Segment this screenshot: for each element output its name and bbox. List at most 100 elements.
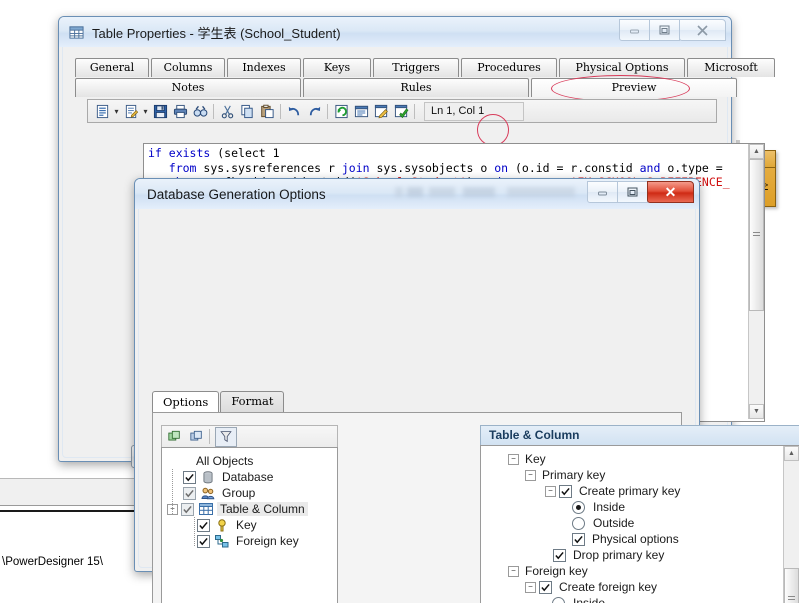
tab-format[interactable]: Format <box>220 391 285 412</box>
undo-icon[interactable] <box>285 102 303 120</box>
scroll-thumb[interactable] <box>749 159 764 311</box>
copy-icon[interactable] <box>238 102 256 120</box>
tab-notes[interactable]: Notes <box>75 78 301 97</box>
tab-options[interactable]: Options <box>152 391 220 414</box>
radio-fk-inside[interactable] <box>552 596 565 603</box>
toolbar-separator <box>280 103 281 119</box>
option-label-drop-primary-key: Drop primary key <box>573 548 665 562</box>
options-vertical-scrollbar[interactable]: ▲ ▼ <box>783 446 799 603</box>
properties-icon[interactable] <box>352 102 370 120</box>
tab-triggers[interactable]: Triggers <box>373 58 459 77</box>
tab-physical-options[interactable]: Physical Options <box>559 58 685 77</box>
dialog-titlebar[interactable]: Database Generation Options ✕ <box>135 179 699 209</box>
code-line: from sys.sysreferences r join sys.sysobj… <box>148 161 730 176</box>
dialog-minimize-button[interactable] <box>587 181 618 203</box>
tree-item-key[interactable]: Key <box>167 517 308 533</box>
deselect-all-icon[interactable] <box>186 428 206 446</box>
save-icon[interactable] <box>151 102 169 120</box>
option-drop-primary-key[interactable]: Drop primary key <box>487 547 683 563</box>
dialog-title: Database Generation Options <box>147 186 326 202</box>
expander-key[interactable]: − <box>508 453 519 465</box>
tree-item-group[interactable]: Group <box>167 485 308 501</box>
options-scroll-thumb[interactable] <box>784 568 799 603</box>
expander-primary-key[interactable]: − <box>525 469 536 481</box>
dialog-maximize-button[interactable] <box>617 181 648 203</box>
dialog-tabs: Options Format <box>152 391 285 414</box>
minimize-icon <box>630 29 639 33</box>
option-label-create-primary-key: Create primary key <box>579 484 681 498</box>
filter-icon[interactable] <box>215 426 237 447</box>
expander-foreign-key[interactable]: − <box>508 565 519 577</box>
tab-preview[interactable]: Preview <box>531 78 737 97</box>
checkbox-database[interactable] <box>183 470 196 484</box>
paste-icon[interactable] <box>258 102 276 120</box>
tab-indexes[interactable]: Indexes <box>227 58 301 77</box>
tree-connector-line <box>172 469 173 514</box>
radio-pk-outside[interactable] <box>572 516 585 530</box>
option-group-primary-key[interactable]: − Primary key <box>487 467 683 483</box>
object-tree-toolbar[interactable] <box>161 425 338 448</box>
dialog-close-button[interactable]: ✕ <box>647 181 694 203</box>
window-titlebar[interactable]: Table Properties - 学生表 (School_Student) <box>59 17 731 47</box>
tab-microsoft[interactable]: Microsoft <box>687 58 775 77</box>
checkbox-foreign-key[interactable] <box>197 534 210 548</box>
checkbox-create-primary-key[interactable] <box>559 484 572 498</box>
option-create-primary-key[interactable]: − Create primary key <box>487 483 683 499</box>
refresh-icon[interactable] <box>332 102 350 120</box>
scroll-up-arrow[interactable]: ▲ <box>749 144 764 159</box>
expander-create-foreign-key[interactable]: − <box>525 581 536 593</box>
dropdown-caret-icon[interactable]: ▾ <box>141 102 150 120</box>
option-pk-inside[interactable]: Inside <box>487 499 683 515</box>
key-icon <box>214 518 229 532</box>
checkbox-group[interactable] <box>183 486 196 500</box>
code-token: (o.id = r.constid <box>514 160 640 175</box>
checkbox-drop-primary-key[interactable] <box>553 548 566 562</box>
edit-pencil-icon[interactable] <box>372 102 390 120</box>
options-scroll-up-arrow[interactable]: ▲ <box>784 446 799 461</box>
code-token: join <box>341 160 377 175</box>
edit-document-icon[interactable] <box>122 102 140 120</box>
tree-item-foreign-key[interactable]: Foreign key <box>167 533 308 549</box>
radio-dot <box>576 504 581 510</box>
option-pk-outside[interactable]: Outside <box>487 515 683 531</box>
database-generation-options-dialog: Database Generation Options ✕ Options Fo… <box>134 178 799 603</box>
select-all-icon[interactable] <box>164 428 184 446</box>
scroll-down-arrow[interactable]: ▼ <box>749 404 764 419</box>
find-icon[interactable] <box>191 102 209 120</box>
code-toolbar[interactable]: ▾ ▾ Ln 1, Col 1 <box>87 99 717 123</box>
validate-check-icon[interactable] <box>392 102 410 120</box>
tab-keys[interactable]: Keys <box>303 58 371 77</box>
tree-label-database: Database <box>222 470 274 484</box>
checkbox-table-column[interactable] <box>181 502 194 516</box>
tab-rules[interactable]: Rules <box>303 78 529 97</box>
tree-item-table-column[interactable]: − Table & Column <box>167 501 308 517</box>
print-icon[interactable] <box>171 102 189 120</box>
cut-icon[interactable] <box>218 102 236 120</box>
redo-icon[interactable] <box>305 102 323 120</box>
option-label-create-foreign-key: Create foreign key <box>559 580 658 594</box>
minimize-button[interactable] <box>619 19 650 41</box>
option-create-foreign-key[interactable]: − Create foreign key <box>487 579 683 595</box>
code-line: if exists (select 1 <box>148 146 730 161</box>
scroll-grip <box>753 232 760 238</box>
tab-columns[interactable]: Columns <box>151 58 225 77</box>
radio-pk-inside[interactable] <box>572 500 585 514</box>
maximize-button[interactable] <box>649 19 680 41</box>
toolbar-separator <box>327 103 328 119</box>
dropdown-caret-icon[interactable]: ▾ <box>112 102 121 120</box>
tab-general[interactable]: General <box>75 58 149 77</box>
checkbox-key[interactable] <box>197 518 210 532</box>
expander-create-primary-key[interactable]: − <box>545 485 556 497</box>
tree-item-database[interactable]: Database <box>167 469 308 485</box>
option-group-foreign-key[interactable]: − Foreign key <box>487 563 683 579</box>
option-pk-physical-options[interactable]: Physical options <box>487 531 683 547</box>
code-vertical-scrollbar[interactable]: ▲ ▼ <box>748 144 764 419</box>
checkbox-physical-options[interactable] <box>572 532 585 546</box>
option-group-key[interactable]: − Key <box>487 451 683 467</box>
tab-procedures[interactable]: Procedures <box>461 58 557 77</box>
close-button[interactable] <box>679 19 726 41</box>
checkbox-create-foreign-key[interactable] <box>539 580 552 594</box>
option-fk-inside[interactable]: Inside <box>487 595 683 603</box>
window-controls <box>619 19 726 41</box>
new-document-icon[interactable] <box>93 102 111 120</box>
